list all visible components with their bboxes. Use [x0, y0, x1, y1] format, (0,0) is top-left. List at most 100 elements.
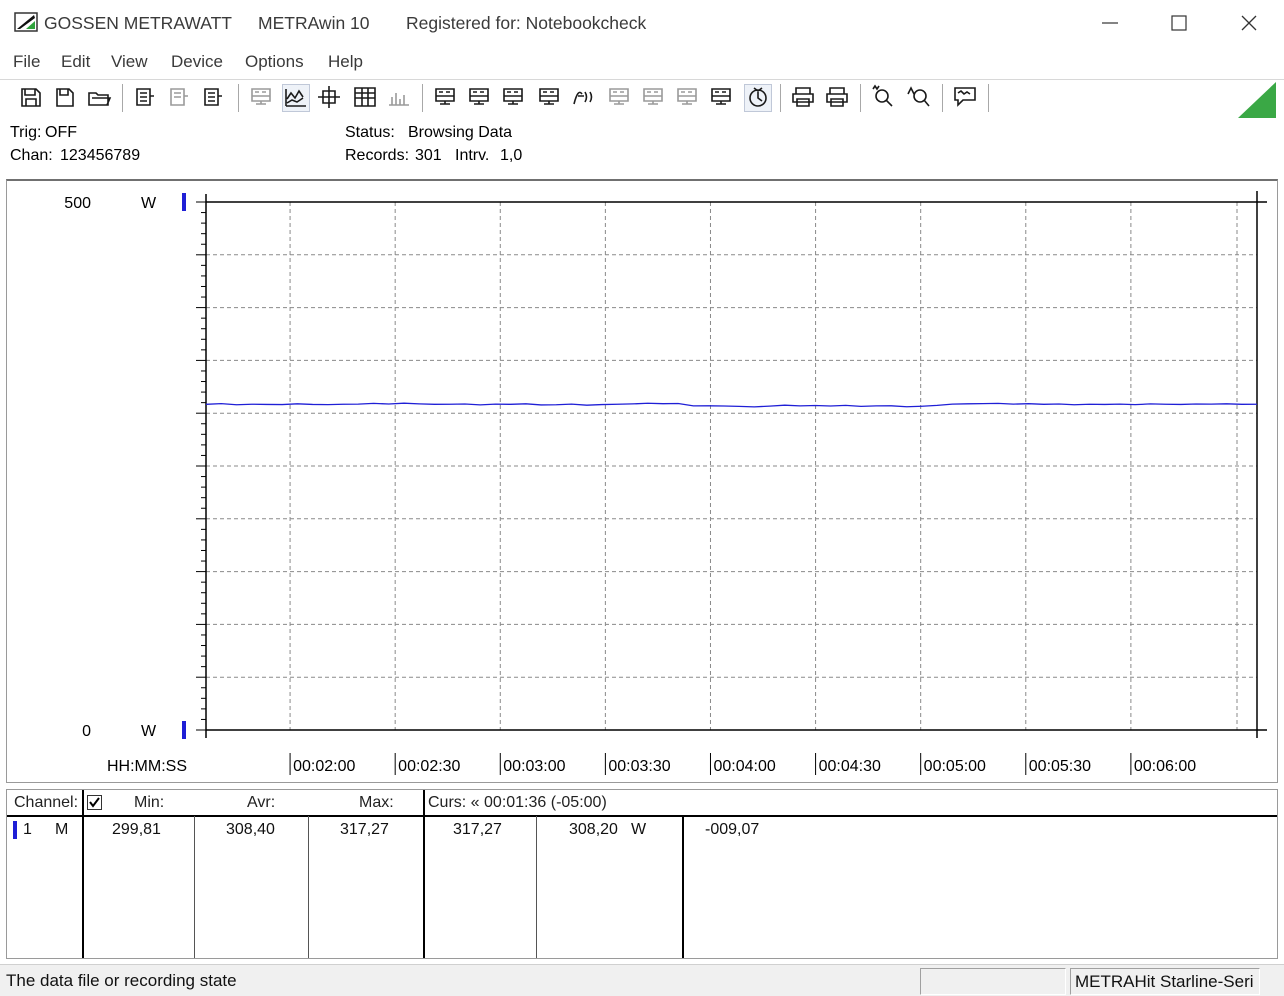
- header-channel: Channel:: [14, 794, 79, 811]
- table-column-divider: [536, 816, 537, 958]
- checkmark-icon: [89, 797, 100, 808]
- status-bar: The data file or recording state METRAHi…: [0, 964, 1284, 996]
- zigzag-button[interactable]: [674, 84, 702, 112]
- device-send-button[interactable]: [200, 84, 228, 112]
- x-tick-label: 00:02:00: [293, 758, 355, 775]
- save-as-icon: [21, 88, 41, 107]
- row-avr: 308,40: [226, 821, 275, 838]
- app-logo-icon: [14, 12, 38, 32]
- computer-button[interactable]: [536, 84, 564, 112]
- row-max: 317,27: [340, 821, 389, 838]
- menu-view[interactable]: View: [111, 52, 148, 72]
- print-preview-icon: [251, 88, 271, 105]
- save-button[interactable]: [52, 84, 80, 112]
- function-icon: [573, 91, 593, 105]
- zoom-out-button[interactable]: [906, 84, 934, 112]
- menu-help[interactable]: Help: [328, 52, 363, 72]
- chart-panel[interactable]: 500 W 0 W HH:MM:SS 00:02:00 00:02:30 00:03:00 00…: [6, 179, 1278, 783]
- status-message: The data file or recording state: [6, 971, 237, 990]
- comment-icon: [954, 87, 976, 107]
- status-device: METRAHit Starline-Seri: [1070, 968, 1260, 995]
- x-axis-title: HH:MM:SS: [107, 758, 187, 775]
- row-min: 299,81: [112, 821, 161, 838]
- menu-options[interactable]: Options: [245, 52, 304, 72]
- export-button[interactable]: [432, 84, 460, 112]
- window-brand: GOSSEN METRAWATT: [44, 13, 232, 33]
- chan-value: 123456789: [60, 147, 141, 164]
- close-button[interactable]: [1214, 0, 1284, 46]
- settings-button[interactable]: [708, 84, 736, 112]
- list-button[interactable]: [500, 84, 528, 112]
- device-read-icon: [136, 88, 154, 106]
- y-tick-label: 500: [64, 195, 91, 212]
- computer-icon: [539, 88, 559, 105]
- toolbar-separator: [422, 84, 424, 112]
- table-column-divider: [423, 790, 425, 958]
- trig-value: OFF: [45, 124, 77, 141]
- zoom-in-button[interactable]: [870, 84, 898, 112]
- x-tick-label: 00:03:00: [503, 758, 565, 775]
- device-config-button[interactable]: [166, 84, 194, 112]
- print-preview-button[interactable]: [248, 84, 276, 112]
- waveform-button[interactable]: [640, 84, 668, 112]
- records-value: 301: [415, 147, 442, 164]
- power-chart[interactable]: 500 W 0 W HH:MM:SS 00:02:00 00:02:30 00:03:00 00…: [7, 181, 1277, 781]
- channel-color-marker: [13, 821, 17, 839]
- crosshair-icon: [318, 86, 340, 108]
- x-tick-label: 00:05:30: [1029, 758, 1091, 775]
- resize-grip-icon: [1238, 82, 1276, 118]
- x-tick-label: 00:06:00: [1134, 758, 1196, 775]
- menu-edit[interactable]: Edit: [61, 52, 90, 72]
- device-send-icon: [204, 88, 222, 106]
- power-series-line: [205, 402, 1258, 408]
- toolbar-separator: [860, 84, 862, 112]
- table-column-divider: [82, 790, 84, 958]
- list-icon: [503, 88, 523, 105]
- row-cursor-2: 308,20: [569, 821, 618, 838]
- zigzag-icon: [677, 88, 697, 105]
- interval-label: Intrv.: [455, 147, 490, 164]
- import-icon: [469, 88, 489, 105]
- crosshair-button[interactable]: [316, 84, 344, 112]
- row-difference: -009,07: [705, 821, 760, 838]
- chan-label: Chan:: [10, 147, 53, 164]
- table-column-divider: [194, 816, 195, 958]
- open-folder-button[interactable]: [86, 84, 114, 112]
- table-header-divider: [7, 815, 1277, 817]
- comment-button[interactable]: [952, 84, 980, 112]
- table-view-button[interactable]: [352, 84, 380, 112]
- printer-setup-button[interactable]: [790, 84, 818, 112]
- row-mode: M: [55, 821, 69, 838]
- header-avr: Avr:: [247, 794, 276, 811]
- print-icon: [826, 87, 848, 107]
- y-min-marker: [182, 721, 186, 739]
- maximize-button[interactable]: [1144, 0, 1214, 46]
- minimize-button[interactable]: [1075, 0, 1145, 46]
- save-as-button[interactable]: [18, 84, 46, 112]
- memory-button[interactable]: [606, 84, 634, 112]
- menu-device[interactable]: Device: [171, 52, 223, 72]
- toolbar-separator: [942, 84, 944, 112]
- channel-checkbox[interactable]: [87, 795, 102, 810]
- line-graph-button[interactable]: [282, 84, 310, 112]
- bar-graph-icon: [389, 93, 409, 106]
- memory-icon: [609, 88, 629, 105]
- save-icon: [56, 88, 74, 107]
- import-button[interactable]: [466, 84, 494, 112]
- minimize-icon: [1102, 22, 1118, 24]
- print-button[interactable]: [824, 84, 852, 112]
- toolbar-separator: [238, 84, 240, 112]
- toolbar-separator: [780, 84, 782, 112]
- function-button[interactable]: [570, 84, 598, 112]
- open-folder-icon: [88, 92, 112, 106]
- device-read-button[interactable]: [132, 84, 160, 112]
- menu-file[interactable]: File: [13, 52, 40, 72]
- measurement-table: Channel: Min: Avr: Max: Curs: « 00:01:36…: [6, 789, 1278, 959]
- settings-icon: [711, 88, 731, 105]
- acquire-button[interactable]: [744, 84, 772, 112]
- header-min: Min:: [134, 794, 165, 811]
- bar-graph-button[interactable]: [386, 84, 414, 112]
- toolbar: [0, 79, 1284, 118]
- y-tick-label: 0: [82, 723, 91, 740]
- trig-label: Trig:: [10, 124, 42, 141]
